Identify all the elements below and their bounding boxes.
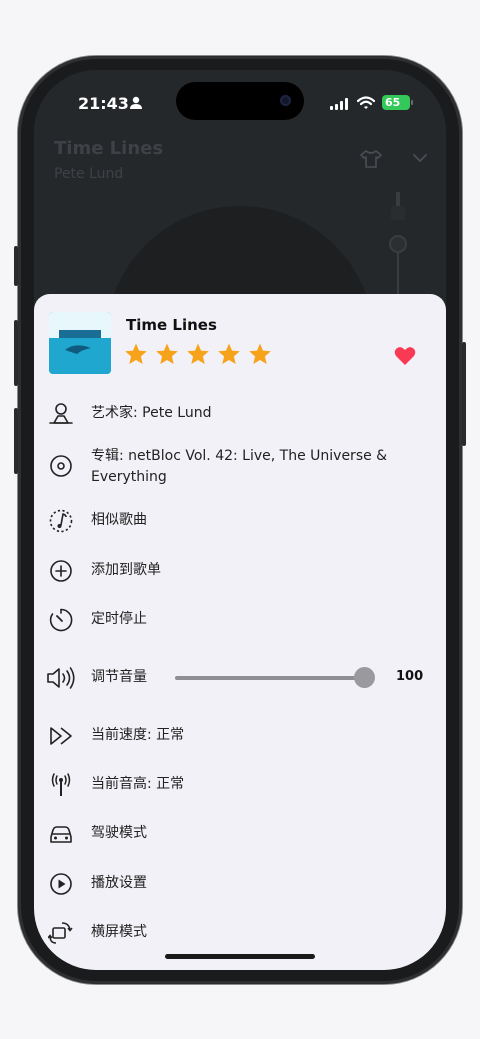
phone-volume-down-button — [14, 408, 18, 474]
menu-item-label: 艺术家: Pete Lund — [91, 405, 212, 421]
battery-indicator: 65 — [382, 95, 410, 110]
menu-item-label: 定时停止 — [91, 611, 147, 627]
menu-item-album[interactable]: 专辑: netBloc Vol. 42: Live, The Universe … — [34, 446, 446, 490]
status-time: 21:43 — [78, 94, 129, 113]
star-icon[interactable] — [124, 342, 148, 366]
speed-icon — [50, 727, 72, 745]
menu-item-label: 调节音量 — [91, 669, 147, 685]
play-settings-icon — [50, 873, 72, 895]
tshirt-icon[interactable] — [360, 150, 382, 168]
menu-item-label: 驾驶模式 — [91, 825, 147, 841]
menu-item-timer[interactable]: 定时停止 — [34, 607, 446, 633]
song-title: Time Lines — [126, 316, 217, 334]
album-cover — [49, 312, 111, 374]
rating-stars[interactable] — [124, 342, 279, 366]
chevron-down-icon[interactable] — [412, 152, 428, 164]
menu-item-artist[interactable]: 艺术家: Pete Lund — [34, 401, 446, 427]
volume-slider-thumb[interactable] — [354, 667, 375, 688]
phone-power-button — [462, 342, 466, 446]
background-song-title: Time Lines — [54, 138, 164, 159]
artist-icon — [49, 403, 73, 424]
dynamic-island — [176, 82, 304, 120]
phone-action-button — [14, 246, 18, 286]
menu-item-speed[interactable]: 当前速度: 正常 — [34, 723, 446, 749]
pitch-icon — [51, 773, 71, 796]
menu-item-label: 播放设置 — [91, 875, 147, 891]
menu-item-label: 添加到歌单 — [91, 562, 161, 578]
menu-item-landscape-mode[interactable]: 横屏模式 — [34, 920, 446, 946]
car-icon — [50, 826, 72, 843]
timer-icon — [49, 608, 73, 632]
phone-volume-up-button — [14, 320, 18, 386]
star-icon[interactable] — [155, 342, 179, 366]
battery-tip — [411, 100, 413, 105]
add-to-playlist-icon — [50, 560, 72, 582]
menu-item-similar-songs[interactable]: 相似歌曲 — [34, 508, 446, 534]
menu-item-label: 专辑: netBloc Vol. 42: Live, The Universe … — [91, 448, 388, 485]
person-icon — [130, 96, 142, 109]
rotate-icon — [48, 922, 73, 944]
menu-item-driving-mode[interactable]: 驾驶模式 — [34, 821, 446, 847]
menu-item-label: 横屏模式 — [91, 924, 147, 940]
menu-item-label: 当前音高: 正常 — [91, 776, 185, 792]
menu-item-play-settings[interactable]: 播放设置 — [34, 871, 446, 897]
album-cover-art — [49, 312, 111, 374]
volume-slider-track[interactable] — [175, 676, 365, 680]
volume-icon — [47, 667, 75, 689]
cellular-signal-icon — [330, 98, 348, 110]
background-song-artist: Pete Lund — [54, 166, 124, 182]
menu-item-pitch[interactable]: 当前音高: 正常 — [34, 772, 446, 798]
heart-icon[interactable] — [394, 346, 416, 366]
star-icon[interactable] — [248, 342, 272, 366]
tonearm — [389, 192, 407, 302]
battery-level: 65 — [385, 96, 401, 109]
status-bar: 21:43 65 — [34, 70, 446, 130]
album-icon — [50, 455, 72, 477]
volume-value: 100 — [396, 669, 424, 684]
similar-songs-icon — [49, 509, 73, 533]
star-icon[interactable] — [217, 342, 241, 366]
wifi-icon — [357, 96, 375, 109]
star-icon[interactable] — [186, 342, 210, 366]
menu-item-label: 相似歌曲 — [91, 512, 147, 528]
camera-icon — [280, 95, 291, 106]
home-indicator[interactable] — [165, 954, 315, 959]
song-options-sheet: Time Lines 艺术家: Pete Lund 专辑: netBloc Vo… — [34, 294, 446, 970]
screen: 21:43 65 Time Lines Pete Lund Time Lines… — [34, 70, 446, 970]
menu-item-label: 当前速度: 正常 — [91, 727, 185, 743]
menu-item-add-to-playlist[interactable]: 添加到歌单 — [34, 558, 446, 584]
